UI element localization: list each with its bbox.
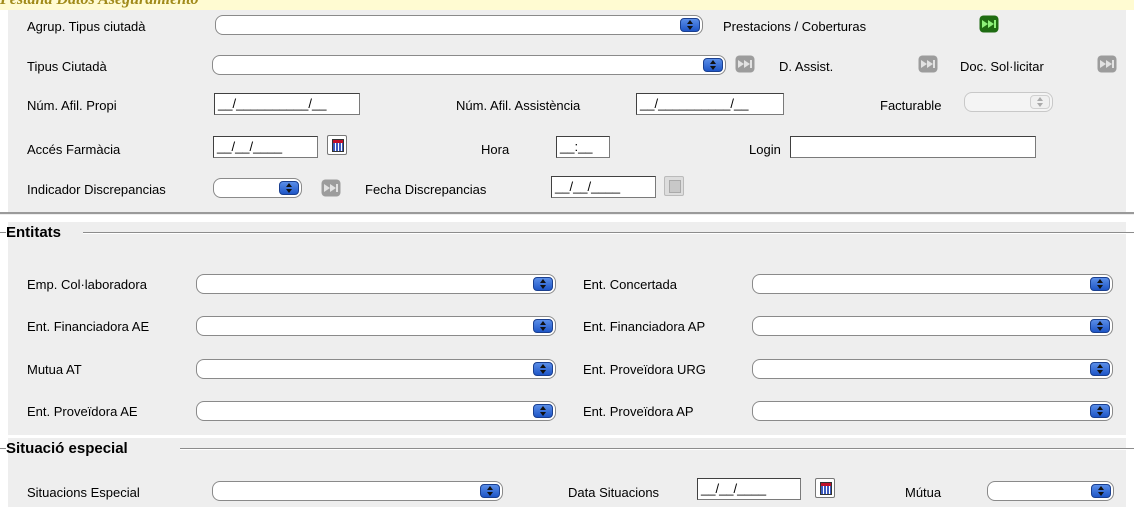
chevron-updown-icon[interactable] <box>1030 95 1050 109</box>
chevron-updown-icon[interactable] <box>1090 404 1110 418</box>
doc-sollicitar-label: Doc. Sol·licitar <box>960 59 1044 74</box>
ent-financiadora-ae-select[interactable] <box>196 316 556 336</box>
ent-proveidora-ap-label: Ent. Proveïdora AP <box>583 404 694 419</box>
calendar-icon[interactable] <box>327 135 347 155</box>
indicador-discrepancias-select[interactable] <box>213 178 302 198</box>
ent-proveidora-urg-select[interactable] <box>752 359 1113 379</box>
fecha-discrepancias-label: Fecha Discrepancias <box>365 182 487 197</box>
chevron-updown-icon[interactable] <box>533 404 553 418</box>
emp-collaboradora-select[interactable] <box>196 274 556 294</box>
num-afil-propi-label: Núm. Afil. Propi <box>27 98 117 113</box>
ent-proveidora-ae-label: Ent. Proveïdora AE <box>27 404 138 419</box>
chevron-updown-icon[interactable] <box>1091 484 1111 498</box>
acces-farmacia-input[interactable]: __/__/____ <box>213 136 318 158</box>
ent-proveidora-ae-select[interactable] <box>196 401 556 421</box>
data-situacions-label: Data Situacions <box>568 485 660 500</box>
chevron-updown-icon[interactable] <box>703 58 723 72</box>
ent-concertada-label: Ent. Concertada <box>583 277 677 292</box>
top-panel-divider <box>0 212 1134 216</box>
ent-financiadora-ap-select[interactable] <box>752 316 1113 336</box>
tipus-ciutada-select[interactable] <box>212 55 726 75</box>
situacions-especial-label: Situacions Especial <box>27 485 140 500</box>
d-assist-label: D. Assist. <box>779 59 834 74</box>
chevron-updown-icon[interactable] <box>1090 362 1110 376</box>
gray-forward-arrows-icon[interactable] <box>321 179 341 197</box>
ent-financiadora-ap-label: Ent. Financiadora AP <box>583 319 706 334</box>
ent-proveidora-ap-select[interactable] <box>752 401 1113 421</box>
entitats-title: Entitats <box>6 224 62 241</box>
caption-strip: Pestaña Datos Aseguramiento <box>0 0 1134 10</box>
facturable-label: Facturable <box>880 98 942 113</box>
emp-collaboradora-label: Emp. Col·laboradora <box>27 277 147 292</box>
section-line <box>180 448 1134 450</box>
calendar-icon[interactable] <box>815 478 835 498</box>
gray-forward-arrows-icon[interactable] <box>1097 55 1117 73</box>
indicador-discrepancias-label: Indicador Discrepancias <box>27 182 166 197</box>
agrup-tipus-ciutada-label: Agrup. Tipus ciutadà <box>27 19 146 34</box>
prestacions-coberturas-label: Prestacions / Coberturas <box>723 19 867 34</box>
chevron-updown-icon[interactable] <box>279 181 299 195</box>
ent-financiadora-ae-label: Ent. Financiadora AE <box>27 319 150 334</box>
gray-forward-arrows-icon[interactable] <box>918 55 938 73</box>
agrup-tipus-ciutada-select[interactable] <box>215 15 703 35</box>
situacions-especial-select[interactable] <box>212 481 503 501</box>
hora-input[interactable]: __:__ <box>556 136 610 158</box>
calendar-icon <box>664 176 684 196</box>
mutua-select[interactable] <box>987 481 1114 501</box>
facturable-select[interactable] <box>964 92 1053 112</box>
section-line <box>83 232 1134 234</box>
ent-proveidora-urg-label: Ent. Proveïdora URG <box>583 362 706 377</box>
login-input[interactable] <box>790 136 1036 158</box>
mutua-label: Mútua <box>905 485 942 500</box>
ent-concertada-select[interactable] <box>752 274 1113 294</box>
situacio-especial-title: Situació especial <box>6 440 128 457</box>
tab-caption: Pestaña Datos Aseguramiento <box>0 0 199 9</box>
acces-farmacia-label: Accés Farmàcia <box>27 142 121 157</box>
chevron-updown-icon[interactable] <box>680 18 700 32</box>
tipus-ciutada-label: Tipus Ciutadà <box>27 59 107 74</box>
gray-forward-arrows-icon[interactable] <box>735 55 755 73</box>
chevron-updown-icon[interactable] <box>533 319 553 333</box>
login-label: Login <box>749 142 781 157</box>
chevron-updown-icon[interactable] <box>533 362 553 376</box>
data-situacions-input[interactable]: __/__/____ <box>697 478 801 500</box>
num-afil-assistencia-input[interactable]: __/__________/__ <box>636 93 784 115</box>
mutua-at-label: Mutua AT <box>27 362 82 377</box>
hora-label: Hora <box>481 142 510 157</box>
chevron-updown-icon[interactable] <box>1090 319 1110 333</box>
chevron-updown-icon[interactable] <box>533 277 553 291</box>
green-forward-arrows-icon[interactable] <box>979 15 999 33</box>
num-afil-propi-input[interactable]: __/__________/__ <box>214 93 360 115</box>
chevron-updown-icon[interactable] <box>480 484 500 498</box>
num-afil-assistencia-label: Núm. Afil. Assistència <box>456 98 581 113</box>
chevron-updown-icon[interactable] <box>1090 277 1110 291</box>
mutua-at-select[interactable] <box>196 359 556 379</box>
fecha-discrepancias-input[interactable]: __/__/____ <box>551 176 656 198</box>
